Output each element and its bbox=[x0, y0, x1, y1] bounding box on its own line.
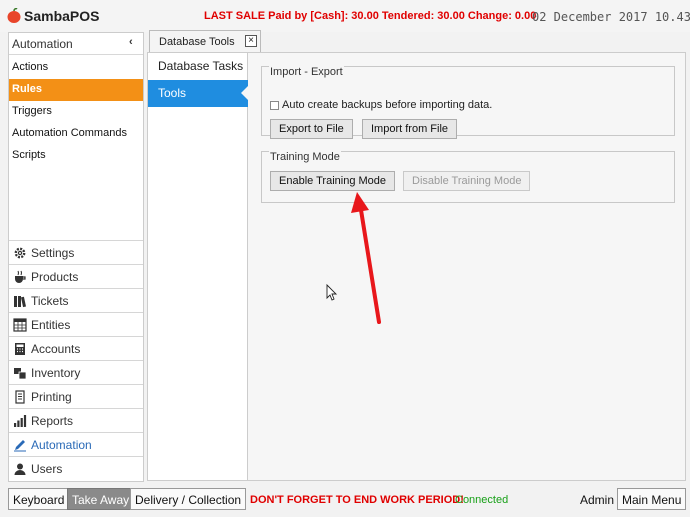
keyboard-button[interactable]: Keyboard bbox=[8, 488, 70, 510]
module-label: Reports bbox=[31, 414, 74, 428]
task-database-tasks[interactable]: Database Tasks bbox=[148, 53, 248, 80]
task-tools[interactable]: Tools bbox=[148, 80, 248, 107]
app-name: SambaPOS bbox=[24, 8, 100, 24]
auto-backup-label[interactable]: Auto create backups before importing dat… bbox=[282, 99, 492, 111]
gear-icon bbox=[14, 247, 26, 259]
collapse-chevron-icon[interactable]: ‹ bbox=[129, 36, 133, 48]
printer-icon bbox=[15, 390, 25, 404]
top-bar: SambaPOS LAST SALE Paid by [Cash]: 30.00… bbox=[0, 0, 690, 32]
task-list: Database Tasks Tools bbox=[148, 53, 248, 480]
calendar-grid-icon bbox=[13, 318, 27, 332]
export-to-file-button[interactable]: Export to File bbox=[270, 119, 353, 139]
auto-backup-checkbox[interactable] bbox=[270, 101, 279, 110]
module-label: Users bbox=[31, 462, 63, 476]
sambapos-logo-icon bbox=[7, 8, 21, 23]
module-printing[interactable]: Printing bbox=[9, 384, 143, 408]
module-accounts[interactable]: Accounts bbox=[9, 336, 143, 360]
module-users[interactable]: Users bbox=[9, 456, 143, 480]
module-entities[interactable]: Entities bbox=[9, 312, 143, 336]
delivery-collection-button[interactable]: Delivery / Collection bbox=[130, 488, 247, 510]
nav-item-actions[interactable]: Actions bbox=[9, 57, 143, 79]
module-label: Inventory bbox=[31, 366, 81, 380]
module-label: Entities bbox=[31, 318, 71, 332]
current-user: Admin bbox=[580, 493, 615, 507]
last-sale-info: LAST SALE Paid by [Cash]: 30.00 Tendered… bbox=[204, 10, 537, 22]
module-label: Automation bbox=[31, 438, 92, 452]
disable-training-mode-button: Disable Training Mode bbox=[403, 171, 531, 191]
tab-label: Database Tools bbox=[159, 36, 235, 48]
bar-chart-icon bbox=[14, 415, 27, 427]
pencil-icon bbox=[14, 440, 26, 452]
group-title: Import - Export bbox=[269, 66, 344, 78]
main-menu-button[interactable]: Main Menu bbox=[617, 488, 687, 510]
module-inventory[interactable]: Inventory bbox=[9, 360, 143, 384]
take-away-button[interactable]: Take Away bbox=[67, 488, 135, 510]
clock: 02 December 2017 10.43 bbox=[532, 10, 690, 24]
import-export-group: Import - Export Auto create backups befo… bbox=[261, 66, 675, 139]
task-label: Database Tasks bbox=[158, 59, 244, 73]
module-tickets[interactable]: Tickets bbox=[9, 288, 143, 312]
nav-header: Automation ‹ bbox=[9, 33, 143, 55]
calculator-icon bbox=[15, 343, 25, 355]
module-settings[interactable]: Settings bbox=[9, 240, 143, 264]
left-navigation: Automation ‹ Actions Rules Triggers Auto… bbox=[8, 32, 144, 482]
work-period-warning: DON'T FORGET TO END WORK PERIOD! bbox=[250, 494, 464, 506]
module-label: Printing bbox=[31, 390, 72, 404]
module-label: Accounts bbox=[31, 342, 81, 356]
connection-status: Connected bbox=[455, 494, 509, 506]
module-reports[interactable]: Reports bbox=[9, 408, 143, 432]
nav-header-label: Automation bbox=[12, 37, 73, 51]
coffee-cup-icon bbox=[15, 270, 26, 283]
module-products[interactable]: Products bbox=[9, 264, 143, 288]
module-automation[interactable]: Automation bbox=[9, 432, 143, 456]
tab-database-tools[interactable]: Database Tools × bbox=[149, 30, 261, 52]
content-panel: Database Tasks Tools Import - Export Aut… bbox=[147, 52, 686, 481]
enable-training-mode-button[interactable]: Enable Training Mode bbox=[270, 171, 396, 191]
module-label: Products bbox=[31, 270, 79, 284]
nav-item-automation-commands[interactable]: Automation Commands bbox=[9, 123, 143, 145]
bottom-bar: Keyboard Take Away Delivery / Collection… bbox=[0, 485, 690, 517]
close-icon[interactable]: × bbox=[245, 35, 257, 47]
nav-item-scripts[interactable]: Scripts bbox=[9, 145, 143, 167]
inventory-icon bbox=[14, 368, 27, 380]
import-from-file-button[interactable]: Import from File bbox=[362, 119, 458, 139]
training-mode-group: Training Mode Enable Training Mode Disab… bbox=[261, 151, 675, 203]
module-label: Settings bbox=[31, 246, 75, 260]
module-label: Tickets bbox=[31, 294, 69, 308]
task-label: Tools bbox=[158, 86, 187, 100]
nav-item-rules[interactable]: Rules bbox=[9, 79, 143, 101]
selection-pointer bbox=[241, 86, 248, 100]
books-icon bbox=[14, 296, 26, 308]
user-icon bbox=[14, 463, 26, 475]
nav-item-triggers[interactable]: Triggers bbox=[9, 101, 143, 123]
group-title: Training Mode bbox=[269, 151, 341, 163]
